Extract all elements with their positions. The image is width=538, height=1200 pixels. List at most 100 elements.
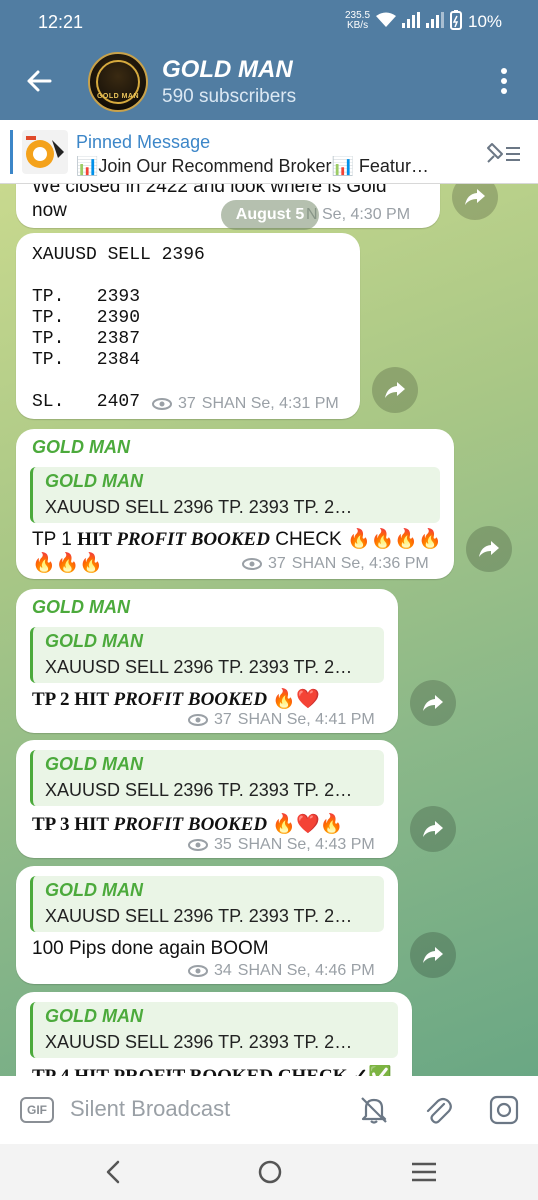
text-tp-hit: TP 2 HIT bbox=[32, 689, 114, 710]
text-profit-booked: PROFIT BOOKED bbox=[113, 689, 268, 710]
quote-text: XAUUSD SELL 2396 TP. 2393 TP. 2… bbox=[45, 1032, 353, 1052]
message-text: 100 Pips done again BOOM bbox=[32, 938, 269, 959]
bell-off-icon[interactable] bbox=[358, 1094, 390, 1126]
message-author-time: SHAN Se, 4:36 PM bbox=[291, 555, 429, 572]
message-text: TP 3 HIT PROFIT BOOKED 🔥❤️🔥 bbox=[32, 812, 343, 836]
pinned-message-bar[interactable]: Pinned Message 📊Join Our Recommend Broke… bbox=[0, 120, 538, 184]
pinned-text: 📊Join Our Recommend Broker📊 Featur… bbox=[76, 156, 429, 176]
text-check: CHECK 🔥🔥🔥🔥 bbox=[269, 529, 442, 550]
channel-avatar[interactable]: GOLD MAN bbox=[88, 52, 148, 112]
view-count: 35 bbox=[214, 836, 232, 853]
views-icon bbox=[242, 558, 262, 570]
message-meta: 35 SHAN Se, 4:43 PM bbox=[188, 836, 375, 854]
text-tp: TP 1 bbox=[32, 529, 78, 550]
share-arrow-icon bbox=[423, 947, 443, 963]
reply-quote[interactable]: GOLD MAN XAUUSD SELL 2396 TP. 2393 TP. 2… bbox=[30, 750, 384, 806]
battery-percent: 10% bbox=[468, 12, 503, 31]
message-text: We closed in 2422 and look where is Gold bbox=[32, 184, 387, 197]
text-tp-hit: TP 3 HIT bbox=[32, 814, 114, 835]
reply-quote[interactable]: GOLD MAN XAUUSD SELL 2396 TP. 2393 TP. 2… bbox=[30, 467, 440, 523]
text-profit-booked: PROFIT BOOKED bbox=[116, 529, 270, 550]
pinned-indicator bbox=[10, 130, 13, 174]
nav-back-icon[interactable] bbox=[100, 1158, 128, 1186]
views-icon bbox=[188, 839, 208, 851]
reply-quote[interactable]: GOLD MAN XAUUSD SELL 2396 TP. 2393 TP. 2… bbox=[30, 1002, 398, 1058]
message-meta: N Se, 4:30 PM bbox=[306, 206, 411, 223]
sender-name[interactable]: GOLD MAN bbox=[32, 437, 130, 458]
text-profit-booked: PROFIT BOOKED bbox=[113, 814, 268, 835]
message-meta: 37 SHAN Se, 4:36 PM bbox=[242, 555, 429, 573]
forward-button[interactable] bbox=[452, 184, 498, 220]
views-icon bbox=[188, 965, 208, 977]
quote-text: XAUUSD SELL 2396 TP. 2393 TP. 2… bbox=[45, 780, 353, 800]
channel-title[interactable]: GOLD MAN bbox=[162, 56, 293, 84]
view-count: 34 bbox=[214, 962, 232, 979]
gif-button[interactable]: GIF bbox=[20, 1097, 54, 1123]
battery-icon bbox=[450, 10, 462, 30]
message-text: TP 2 HIT PROFIT BOOKED 🔥❤️ bbox=[32, 687, 320, 711]
forward-button[interactable] bbox=[410, 932, 456, 978]
view-count: 37 bbox=[178, 395, 196, 412]
message-bubble[interactable]: XAUUSD SELL 2396 TP. 2393 TP. 2390 TP. 2… bbox=[16, 233, 360, 419]
view-count: 37 bbox=[268, 555, 286, 572]
message-meta: 37 SHAN Se, 4:41 PM bbox=[188, 711, 375, 729]
message-text-line2: now bbox=[32, 200, 67, 221]
message-bubble[interactable]: GOLD MAN GOLD MAN XAUUSD SELL 2396 TP. 2… bbox=[16, 429, 454, 579]
forward-button[interactable] bbox=[410, 806, 456, 852]
message-bubble[interactable]: GOLD MAN XAUUSD SELL 2396 TP. 2393 TP. 2… bbox=[16, 866, 398, 984]
message-list[interactable]: We closed in 2422 and look where is Gold… bbox=[0, 184, 538, 1076]
date-separator: August 5 bbox=[221, 200, 319, 230]
attach-icon[interactable] bbox=[422, 1094, 454, 1126]
share-arrow-icon bbox=[423, 821, 443, 837]
quote-text: XAUUSD SELL 2396 TP. 2393 TP. 2… bbox=[45, 497, 353, 517]
nav-recents-icon[interactable] bbox=[410, 1160, 438, 1184]
status-bar: 12:21 235.5 KB/s 10% bbox=[0, 0, 538, 44]
message-author-time: SHAN Se, 4:46 PM bbox=[237, 962, 375, 979]
views-icon bbox=[188, 714, 208, 726]
text-hit: HIT bbox=[77, 529, 117, 550]
reply-quote[interactable]: GOLD MAN XAUUSD SELL 2396 TP. 2393 TP. 2… bbox=[30, 627, 384, 683]
message-bubble[interactable]: GOLD MAN XAUUSD SELL 2396 TP. 2393 TP. 2… bbox=[16, 740, 398, 858]
camera-icon[interactable] bbox=[488, 1094, 520, 1126]
text-emoji: 🔥❤️ bbox=[267, 689, 320, 710]
avatar-logo-text: GOLD MAN bbox=[96, 93, 140, 100]
quote-sender: GOLD MAN bbox=[45, 880, 143, 900]
broadcast-input[interactable]: Silent Broadcast bbox=[70, 1096, 230, 1122]
text-emoji: 🔥❤️🔥 bbox=[267, 814, 344, 835]
share-arrow-icon bbox=[385, 382, 405, 398]
broker-logo-icon bbox=[26, 136, 64, 168]
message-bubble[interactable]: GOLD MAN GOLD MAN XAUUSD SELL 2396 TP. 2… bbox=[16, 589, 398, 733]
share-arrow-icon bbox=[465, 189, 485, 205]
quote-sender: GOLD MAN bbox=[45, 1006, 143, 1026]
quote-text: XAUUSD SELL 2396 TP. 2393 TP. 2… bbox=[45, 657, 353, 677]
forward-button[interactable] bbox=[372, 367, 418, 413]
sender-name[interactable]: GOLD MAN bbox=[32, 597, 130, 618]
pinned-list-icon[interactable] bbox=[484, 140, 522, 166]
forward-button[interactable] bbox=[466, 526, 512, 572]
message-bubble[interactable]: GOLD MAN XAUUSD SELL 2396 TP. 2393 TP. 2… bbox=[16, 992, 412, 1076]
quote-text: XAUUSD SELL 2396 TP. 2393 TP. 2… bbox=[45, 906, 353, 926]
status-icons bbox=[376, 10, 462, 30]
forward-button[interactable] bbox=[410, 680, 456, 726]
pinned-thumbnail bbox=[22, 130, 68, 174]
message-text-line2: 🔥🔥🔥 bbox=[32, 553, 103, 574]
more-options-icon[interactable] bbox=[496, 66, 512, 96]
reply-quote[interactable]: GOLD MAN XAUUSD SELL 2396 TP. 2393 TP. 2… bbox=[30, 876, 384, 932]
share-arrow-icon bbox=[479, 541, 499, 557]
system-nav-bar bbox=[0, 1144, 538, 1200]
message-text: TP 4 HIT PROFIT BOOKED CHECK ✓✅ bbox=[32, 1064, 392, 1076]
nav-home-icon[interactable] bbox=[256, 1158, 284, 1186]
quote-sender: GOLD MAN bbox=[45, 631, 143, 651]
net-speed-unit: KB/s bbox=[346, 20, 369, 31]
share-arrow-icon bbox=[423, 695, 443, 711]
views-icon bbox=[152, 398, 172, 410]
signal-icon-2 bbox=[426, 12, 444, 28]
back-arrow-icon[interactable] bbox=[26, 68, 52, 94]
view-count: 37 bbox=[214, 711, 232, 728]
app-header: 12:21 235.5 KB/s 10% GOLD MAN GOLD MAN 5… bbox=[0, 0, 538, 120]
message-author-time: SHAN Se, 4:41 PM bbox=[237, 711, 375, 728]
signal-icon bbox=[402, 12, 420, 28]
status-time: 12:21 bbox=[38, 12, 84, 32]
quote-sender: GOLD MAN bbox=[45, 754, 143, 774]
message-meta: 34 SHAN Se, 4:46 PM bbox=[188, 962, 375, 980]
